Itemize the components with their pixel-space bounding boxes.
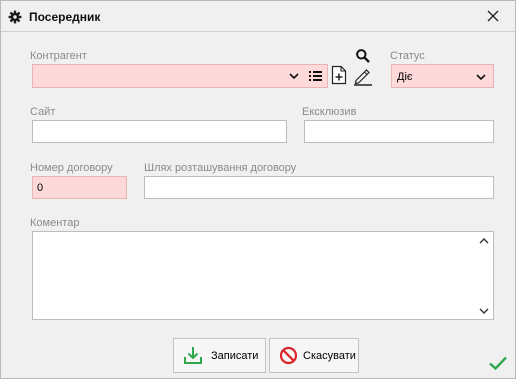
site-input[interactable]: [33, 121, 286, 142]
contract-path-input[interactable]: [145, 177, 493, 198]
list-icon[interactable]: [309, 71, 322, 81]
chevron-down-icon[interactable]: [289, 72, 299, 80]
counterparty-input[interactable]: [33, 65, 327, 87]
save-button-label: Записати: [211, 350, 259, 362]
status-label: Статус: [390, 50, 425, 62]
cancel-button-label: Скасувати: [303, 350, 356, 362]
contract-path-label: Шлях розташування договору: [144, 162, 297, 174]
exclusive-input[interactable]: [305, 121, 493, 142]
save-button[interactable]: Записати: [173, 338, 266, 373]
dialog-window: Посередник Контрагент Статус Діє Сайт Ек…: [0, 0, 516, 379]
checkmark-icon: [489, 356, 507, 371]
contract-number-input[interactable]: [33, 177, 126, 198]
scroll-down-icon[interactable]: [479, 307, 489, 315]
status-value: Діє: [397, 71, 413, 83]
add-document-icon[interactable]: [331, 65, 347, 85]
cancel-button[interactable]: Скасувати: [269, 338, 359, 373]
no-entry-icon: [279, 346, 298, 365]
exclusive-field[interactable]: [304, 120, 494, 143]
comment-label: Коментар: [30, 217, 80, 229]
search-icon[interactable]: [355, 48, 371, 64]
counterparty-field[interactable]: [32, 64, 328, 88]
download-tray-icon: [184, 347, 202, 364]
comment-field[interactable]: [32, 231, 494, 320]
contract-number-label: Номер договору: [30, 162, 113, 174]
window-title: Посередник: [29, 10, 101, 24]
gear-icon: [8, 10, 22, 24]
site-label: Сайт: [30, 106, 56, 118]
pencil-icon[interactable]: [353, 66, 373, 86]
title-bar: Посередник: [1, 1, 515, 32]
contract-path-field[interactable]: [144, 176, 494, 199]
comment-textarea[interactable]: [33, 232, 493, 319]
site-field[interactable]: [32, 120, 287, 143]
contract-number-field[interactable]: [32, 176, 127, 199]
scroll-up-icon[interactable]: [479, 237, 489, 245]
close-icon[interactable]: [485, 8, 501, 24]
status-select[interactable]: Діє: [391, 64, 494, 88]
counterparty-label: Контрагент: [30, 50, 87, 62]
exclusive-label: Ексклюзив: [302, 106, 357, 118]
chevron-down-icon[interactable]: [476, 73, 486, 81]
